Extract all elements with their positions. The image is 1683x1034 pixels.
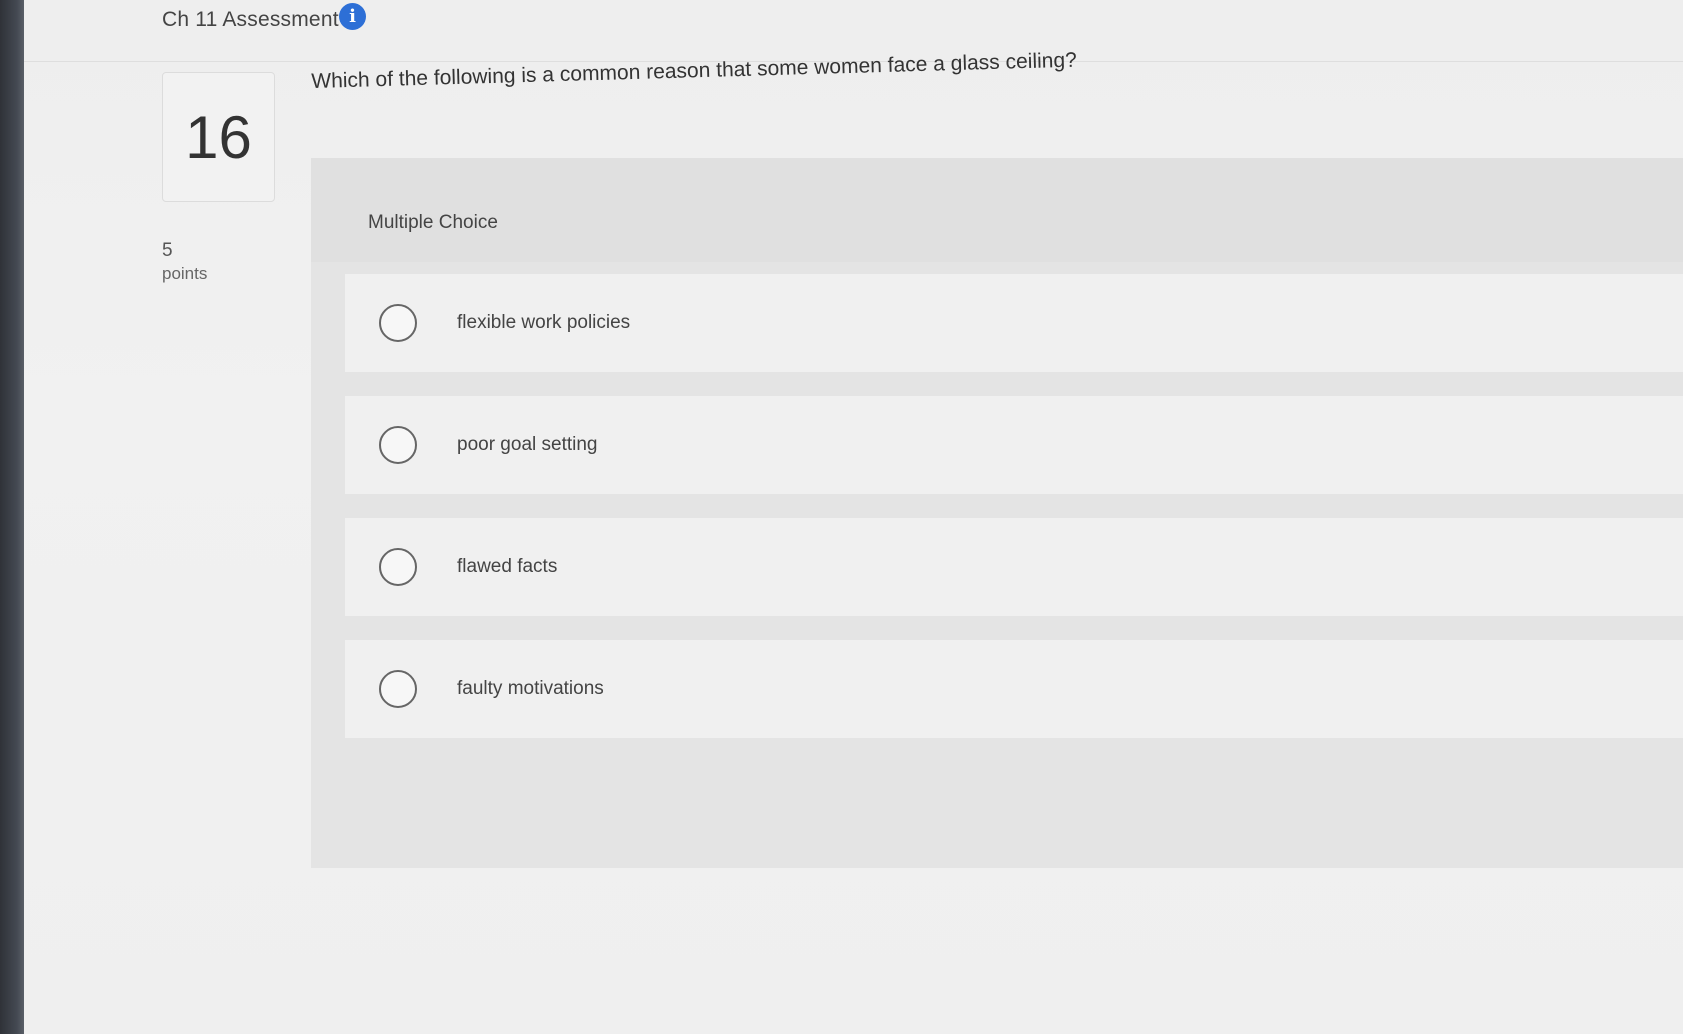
radio-button[interactable] [379,426,417,464]
question-number: 16 [185,103,252,171]
answer-option-label: flexible work policies [457,312,631,333]
screen-bezel [0,0,24,1034]
question-number-box: 16 [162,72,275,202]
answer-option-label: poor goal setting [457,434,598,455]
answer-option-label: faulty motivations [457,678,604,699]
answer-panel: Multiple Choice flexible work policies p… [311,158,1683,868]
answer-option[interactable]: poor goal setting [345,396,1683,494]
info-icon[interactable]: i [339,3,366,30]
assessment-page: Ch 11 Assessment i 16 5 points Which of … [24,0,1683,1034]
radio-button[interactable] [379,548,417,586]
points-label: points [162,264,208,283]
answer-option[interactable]: faulty motivations [345,640,1683,738]
answer-panel-header: Multiple Choice [311,158,1683,262]
assessment-title: Ch 11 Assessment [162,8,339,31]
radio-button[interactable] [379,670,417,708]
answer-option[interactable]: flawed facts [345,518,1683,616]
radio-button[interactable] [379,304,417,342]
question-type-label: Multiple Choice [368,212,498,233]
points-value: 5 [162,240,173,261]
answer-option-label: flawed facts [457,556,558,577]
answer-option[interactable]: flexible work policies [345,274,1683,372]
